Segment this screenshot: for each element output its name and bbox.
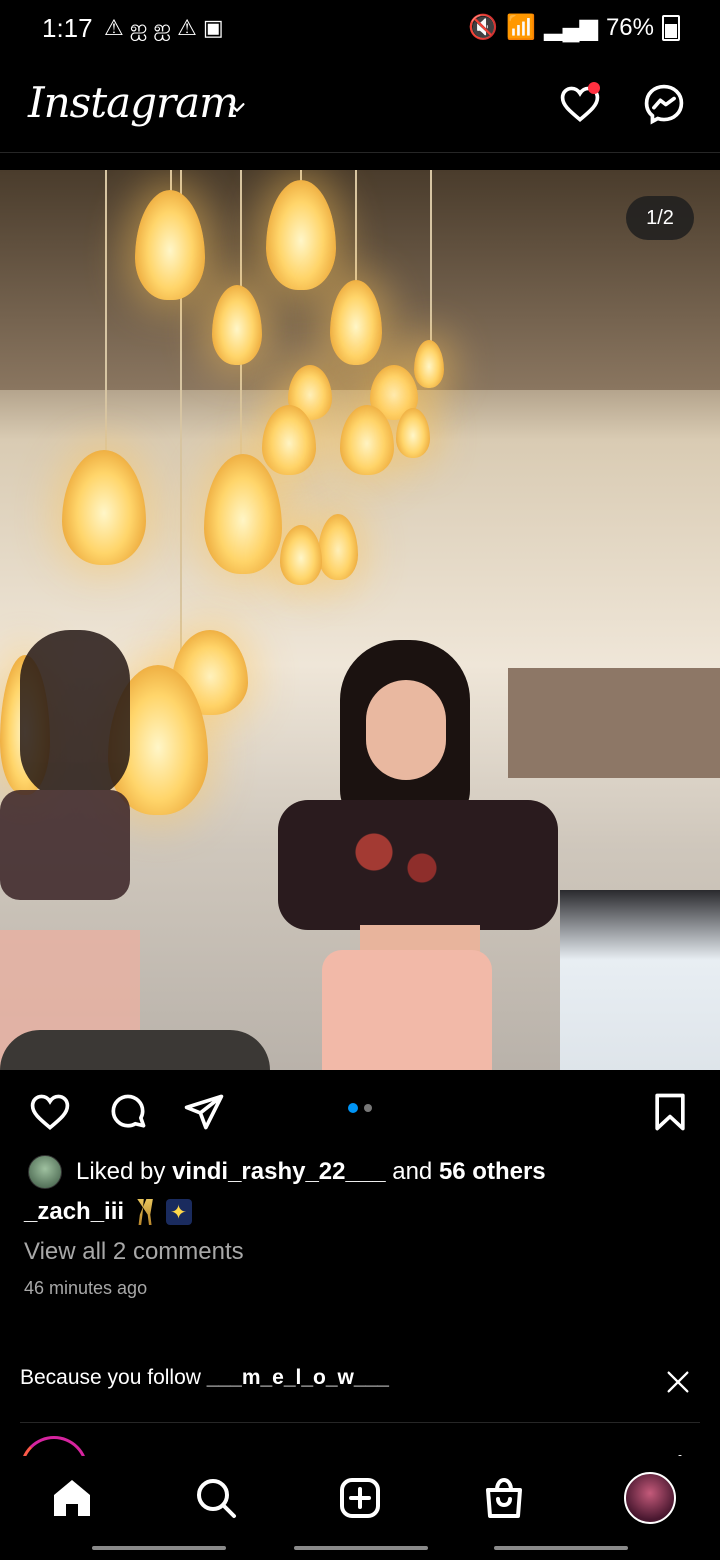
post-photo[interactable] xyxy=(0,170,720,1070)
wifi-icon: 📶 xyxy=(506,14,537,41)
pendant-lamp xyxy=(318,514,358,580)
new-post-icon[interactable] xyxy=(336,1474,384,1522)
carousel-dots xyxy=(348,1103,372,1113)
app-icon: ஐ xyxy=(129,15,148,40)
view-comments-link[interactable]: View all 2 comments xyxy=(24,1238,244,1266)
photo-person xyxy=(270,640,570,1070)
divider xyxy=(20,1422,700,1423)
liked-by-user[interactable]: vindi_rashy_22___ xyxy=(172,1158,385,1186)
liked-by-middle: and xyxy=(385,1158,439,1185)
gesture-bar xyxy=(0,1542,720,1560)
messenger-icon[interactable] xyxy=(642,82,686,126)
champagne-emoji-icon xyxy=(137,1199,153,1225)
like-heart-icon[interactable] xyxy=(28,1090,72,1134)
shop-bag-icon[interactable] xyxy=(480,1474,528,1522)
suggestion-account[interactable]: ___m_e_l_o_w___ xyxy=(207,1366,389,1389)
comment-icon[interactable] xyxy=(106,1090,150,1134)
photo-sofa xyxy=(0,1030,270,1070)
lamp-cord xyxy=(355,170,357,290)
app-icon: ஐ xyxy=(153,15,172,40)
suggestion-prefix: Because you follow xyxy=(20,1366,207,1389)
lamp-cord xyxy=(430,170,432,350)
bottom-nav xyxy=(0,1456,720,1542)
carousel-dot-active xyxy=(348,1103,358,1113)
suggestion-reason: Because you follow ___m_e_l_o_w___ xyxy=(20,1366,700,1390)
notification-icons: ⚠ ஐ ஐ ⚠ ▣ xyxy=(104,14,224,42)
carousel-counter: 1/2 xyxy=(626,196,694,240)
notification-badge xyxy=(588,82,600,94)
liked-by-prefix: Liked by xyxy=(76,1158,173,1185)
chevron-down-icon[interactable] xyxy=(226,96,248,118)
system-indicators: 🔇 📶 ▂▄▆ 76% xyxy=(468,13,680,42)
alert-icon: ⚠ xyxy=(104,15,124,40)
photo-counter xyxy=(560,890,720,1070)
search-icon[interactable] xyxy=(192,1474,240,1522)
signal-icon: ▂▄▆ xyxy=(544,14,598,41)
post-caption: _zach_iii xyxy=(24,1198,193,1226)
pendant-lamp xyxy=(62,450,146,565)
pendant-lamp xyxy=(396,408,430,458)
share-send-icon[interactable] xyxy=(182,1090,226,1134)
pendant-lamp xyxy=(204,454,282,574)
mirror-reflection xyxy=(0,630,150,1070)
mute-icon: 🔇 xyxy=(468,14,499,41)
post-timestamp: 46 minutes ago xyxy=(24,1278,148,1298)
app-header: Instagram xyxy=(0,56,720,153)
pendant-lamp xyxy=(280,525,322,585)
lamp-cord xyxy=(105,170,107,460)
image-icon: ▣ xyxy=(202,15,224,40)
status-bar: 1:17 ⚠ ஐ ஐ ⚠ ▣ 🔇 📶 ▂▄▆ 76% xyxy=(0,0,720,56)
instagram-logo[interactable]: Instagram xyxy=(28,78,239,127)
caption-username[interactable]: _zach_iii xyxy=(24,1198,124,1226)
alert-icon: ⚠ xyxy=(177,15,197,40)
close-icon[interactable] xyxy=(664,1368,692,1396)
home-icon[interactable] xyxy=(48,1474,96,1522)
save-bookmark-icon[interactable] xyxy=(648,1090,692,1134)
profile-avatar[interactable] xyxy=(624,1472,676,1524)
carousel-dot xyxy=(364,1104,372,1112)
battery-percent: 76% xyxy=(605,13,654,41)
fireworks-emoji-icon xyxy=(166,1199,193,1225)
liker-avatar[interactable] xyxy=(28,1155,62,1189)
status-time: 1:17 xyxy=(42,13,93,43)
liked-by-row[interactable]: Liked by vindi_rashy_22___ and 56 others xyxy=(28,1154,546,1190)
battery-icon xyxy=(662,14,680,41)
liked-by-others[interactable]: 56 others xyxy=(439,1158,546,1186)
